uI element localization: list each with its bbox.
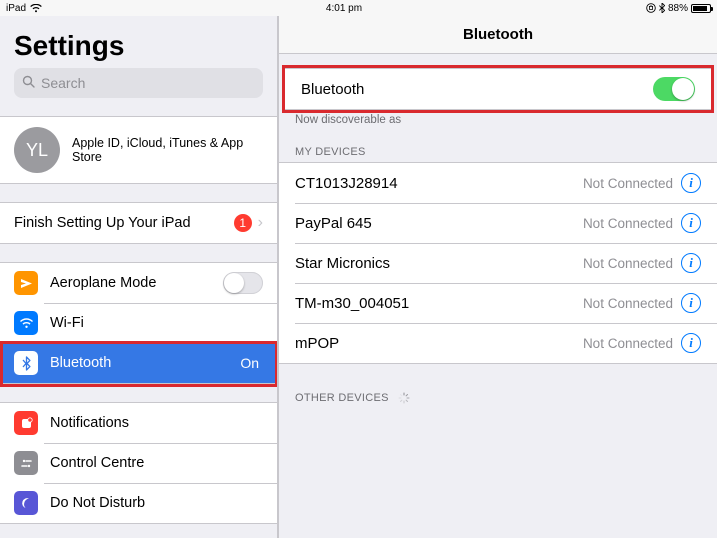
- detail-panel: Bluetooth Bluetooth Now discoverable as …: [278, 16, 717, 538]
- device-row[interactable]: CT1013J28914 Not Connected i: [279, 163, 717, 203]
- info-icon[interactable]: i: [681, 213, 701, 233]
- clock: 4:01 pm: [42, 3, 646, 14]
- bluetooth-toggle-row[interactable]: Bluetooth: [285, 69, 711, 109]
- my-devices-header: MY DEVICES: [279, 140, 717, 162]
- device-name: mPOP: [295, 335, 583, 352]
- notifications-icon: [14, 411, 38, 435]
- sidebar-item-do-not-disturb[interactable]: Do Not Disturb: [0, 483, 277, 523]
- carrier-label: iPad: [6, 3, 26, 14]
- sidebar-item-label: Control Centre: [50, 455, 263, 471]
- battery-icon: [691, 4, 711, 13]
- sidebar-item-label: Finish Setting Up Your iPad: [14, 215, 234, 231]
- sidebar-item-aeroplane-mode[interactable]: Aeroplane Mode: [0, 263, 277, 303]
- sidebar-item-label: Wi-Fi: [50, 315, 263, 331]
- status-bar: iPad 4:01 pm 88%: [0, 0, 717, 16]
- do-not-disturb-icon: [14, 491, 38, 515]
- sidebar-item-control-centre[interactable]: Control Centre: [0, 443, 277, 483]
- bluetooth-status-icon: [659, 3, 665, 13]
- device-name: PayPal 645: [295, 215, 583, 232]
- bluetooth-toggle-label: Bluetooth: [301, 81, 653, 98]
- device-row[interactable]: mPOP Not Connected i: [279, 323, 717, 363]
- sidebar-item-apple-id[interactable]: YL Apple ID, iCloud, iTunes & App Store: [0, 117, 277, 183]
- wifi-icon: [14, 311, 38, 335]
- device-name: CT1013J28914: [295, 175, 583, 192]
- device-row[interactable]: PayPal 645 Not Connected i: [279, 203, 717, 243]
- ipad-screen: iPad 4:01 pm 88% Settings: [0, 0, 717, 538]
- sidebar-item-bluetooth[interactable]: Bluetooth On: [0, 343, 277, 383]
- chevron-right-icon: ›: [258, 214, 263, 232]
- sidebar-item-label: Bluetooth: [50, 355, 240, 371]
- sidebar-item-wifi[interactable]: Wi-Fi: [0, 303, 277, 343]
- info-icon[interactable]: i: [681, 333, 701, 353]
- info-icon[interactable]: i: [681, 173, 701, 193]
- device-status: Not Connected: [583, 296, 673, 311]
- device-row[interactable]: TM-m30_004051 Not Connected i: [279, 283, 717, 323]
- bluetooth-icon: [14, 351, 38, 375]
- detail-title: Bluetooth: [279, 16, 717, 54]
- sidebar-item-notifications[interactable]: Notifications: [0, 403, 277, 443]
- info-icon[interactable]: i: [681, 253, 701, 273]
- device-status: Not Connected: [583, 256, 673, 271]
- avatar: YL: [14, 127, 60, 173]
- search-input[interactable]: Search: [14, 68, 263, 98]
- spinner-icon: [398, 392, 410, 404]
- sidebar-item-label: Aeroplane Mode: [50, 275, 223, 291]
- device-row[interactable]: Star Micronics Not Connected i: [279, 243, 717, 283]
- discoverable-footer: Now discoverable as: [279, 110, 717, 126]
- apple-id-label: Apple ID, iCloud, iTunes & App Store: [72, 136, 263, 164]
- wifi-icon: [30, 4, 42, 13]
- device-status: Not Connected: [583, 216, 673, 231]
- sidebar-item-finish-setup[interactable]: Finish Setting Up Your iPad 1 ›: [0, 203, 277, 243]
- info-icon[interactable]: i: [681, 293, 701, 313]
- sidebar-item-label: Do Not Disturb: [50, 495, 263, 511]
- device-name: TM-m30_004051: [295, 295, 583, 312]
- search-placeholder: Search: [41, 75, 85, 91]
- battery-pct: 88%: [668, 3, 688, 14]
- sidebar: Settings Search YL Apple ID, iCloud, iTu…: [0, 16, 278, 538]
- aeroplane-toggle[interactable]: [223, 272, 263, 294]
- device-status: Not Connected: [583, 336, 673, 351]
- page-title: Settings: [14, 30, 263, 62]
- bluetooth-toggle[interactable]: [653, 77, 695, 101]
- device-status: Not Connected: [583, 176, 673, 191]
- sidebar-item-label: Notifications: [50, 415, 263, 431]
- other-devices-header: OTHER DEVICES: [279, 386, 717, 408]
- badge: 1: [234, 214, 252, 232]
- sidebar-item-trail: On: [240, 355, 259, 371]
- control-centre-icon: [14, 451, 38, 475]
- orientation-lock-icon: [646, 3, 656, 13]
- airplane-icon: [14, 271, 38, 295]
- my-devices-list: CT1013J28914 Not Connected i PayPal 645 …: [279, 162, 717, 364]
- search-icon: [22, 75, 35, 91]
- device-name: Star Micronics: [295, 255, 583, 272]
